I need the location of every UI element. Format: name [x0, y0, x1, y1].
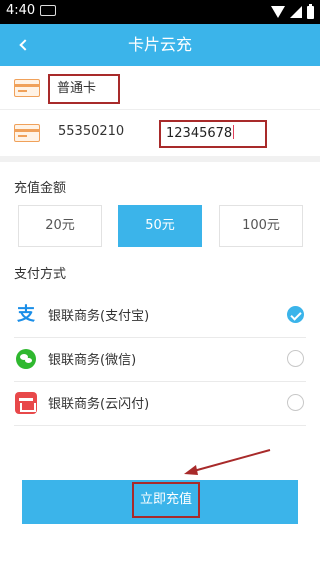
radio-button[interactable]	[287, 350, 304, 367]
card-input-row: 55350210 12345678	[0, 110, 320, 156]
title-bar: 卡片云充	[0, 24, 320, 66]
divider	[14, 425, 306, 426]
amount-section-label: 充值金额	[14, 181, 67, 196]
payment-section-label: 支付方式	[14, 267, 67, 282]
card-number-field[interactable]: 55350210	[58, 124, 124, 139]
check-icon[interactable]	[287, 306, 304, 323]
card-password-field[interactable]: 12345678	[159, 120, 267, 148]
amount-option-20[interactable]: 20元	[18, 205, 102, 247]
card-password-value: 12345678	[166, 126, 233, 141]
alipay-icon: 支	[17, 304, 35, 325]
payment-method-label: 银联商务(云闪付)	[48, 397, 150, 412]
page-title: 卡片云充	[127, 35, 192, 54]
status-bar: 4:40	[0, 0, 320, 24]
text-cursor	[233, 125, 235, 139]
section-divider	[0, 156, 320, 162]
notification-icon	[40, 5, 56, 16]
amount-option-50[interactable]: 50元	[118, 205, 202, 247]
radio-button[interactable]	[287, 394, 304, 411]
payment-method-quickpass[interactable]: 银联商务(云闪付)	[0, 381, 320, 425]
payment-method-label: 银联商务(支付宝)	[48, 309, 150, 324]
signal-icon	[290, 6, 302, 18]
status-time: 4:40	[6, 3, 36, 18]
card-type-row[interactable]: 普通卡	[0, 66, 320, 110]
card-icon	[14, 79, 40, 97]
battery-icon	[307, 3, 314, 19]
wechat-icon	[16, 349, 36, 369]
annotation-arrow	[184, 449, 271, 475]
payment-method-label: 银联商务(微信)	[48, 353, 137, 368]
recharge-now-button[interactable]: 立即充值	[22, 480, 298, 524]
recharge-now-label: 立即充值	[132, 482, 200, 518]
back-button[interactable]	[10, 32, 36, 58]
quickpass-icon	[15, 392, 37, 414]
payment-method-alipay[interactable]: 支 银联商务(支付宝)	[0, 293, 320, 337]
amount-option-100[interactable]: 100元	[219, 205, 303, 247]
wifi-icon	[271, 6, 285, 18]
card-icon	[14, 124, 40, 142]
status-icons	[271, 3, 314, 19]
payment-method-wechat[interactable]: 银联商务(微信)	[0, 337, 320, 381]
back-arrow-icon	[19, 39, 31, 51]
card-type-select[interactable]: 普通卡	[48, 74, 120, 104]
